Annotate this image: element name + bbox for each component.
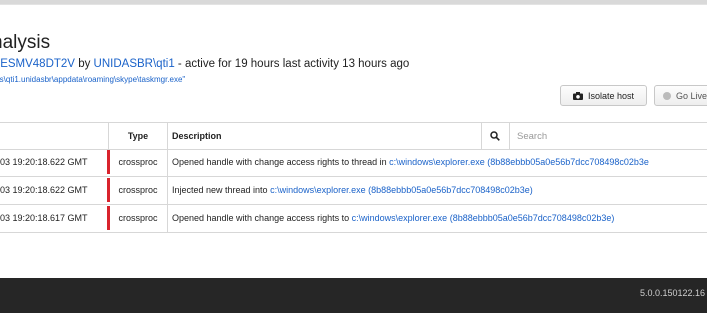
page-title: nalysis xyxy=(0,32,51,53)
table-row[interactable]: 03 19:20:18.622 GMT crossproc Injected n… xyxy=(0,176,707,205)
target-path-link[interactable]: c:\windows\explorer.exe xyxy=(389,157,485,167)
search-input[interactable] xyxy=(509,123,707,149)
description-text: Opened handle with change access rights … xyxy=(172,213,350,223)
go-live-button[interactable]: Go Live xyxy=(654,85,707,106)
event-description: Opened handle with change access rights … xyxy=(168,148,707,176)
event-type: crossproc xyxy=(118,213,158,223)
table-row[interactable]: 03 19:20:18.617 GMT crossproc Opened han… xyxy=(0,204,707,233)
isolate-host-label: Isolate host xyxy=(587,90,635,101)
type-column-header[interactable]: Type xyxy=(110,123,166,149)
event-type: crossproc xyxy=(118,157,158,167)
camera-icon xyxy=(572,91,583,100)
status-dot-icon xyxy=(663,91,671,100)
event-type: crossproc xyxy=(118,185,158,195)
table-row[interactable]: 03 19:20:18.622 GMT crossproc Opened han… xyxy=(0,148,707,177)
target-hash-link[interactable]: (8b88ebbb05a0e56b7dcc708498c02b3e) xyxy=(450,213,615,223)
version-label: 5.0.0.150122.16 xyxy=(639,288,705,298)
target-hash-link[interactable]: (8b88ebbb05a0e56b7dcc708498c02b3e) xyxy=(368,185,533,195)
isolate-host-button[interactable]: Isolate host xyxy=(560,85,647,106)
host-name-link[interactable]: IESMV48DT2V xyxy=(0,58,75,70)
target-path-link[interactable]: c:\windows\explorer.exe xyxy=(352,213,448,223)
target-path-link[interactable]: c:\windows\explorer.exe xyxy=(270,185,366,195)
time-column-header[interactable] xyxy=(0,123,108,149)
event-time: 03 19:20:18.622 GMT xyxy=(0,185,88,195)
target-hash-link[interactable]: (8b88ebbb05a0e56b7dcc708498c02b3e xyxy=(487,157,649,167)
search-icon[interactable] xyxy=(481,123,509,149)
go-live-label: Go Live xyxy=(676,90,707,101)
footer-bar: 5.0.0.150122.16 xyxy=(0,278,707,313)
by-text: by xyxy=(78,58,91,70)
event-description: Opened handle with change access rights … xyxy=(168,204,707,232)
event-time: 03 19:20:18.617 GMT xyxy=(0,213,88,223)
table-header: Type Description xyxy=(0,122,707,150)
activity-status-text: - active for 19 hours last activity 13 h… xyxy=(177,58,410,70)
description-text: Injected new thread into xyxy=(172,185,268,195)
description-text: Opened handle with change access rights … xyxy=(172,157,387,167)
event-description: Injected new thread into c:\windows\expl… xyxy=(168,176,707,204)
host-info-line: IESMV48DT2V by UNIDASBR\qti1 - active fo… xyxy=(0,58,409,70)
user-link[interactable]: UNIDASBR\qti1 xyxy=(94,58,175,70)
process-path-link[interactable]: rs\qti1.unidasbr\appdata\roaming\skype\t… xyxy=(0,75,185,84)
process-analysis-panel: nalysis IESMV48DT2V by UNIDASBR\qti1 - a… xyxy=(0,4,707,279)
event-time: 03 19:20:18.622 GMT xyxy=(0,157,88,167)
